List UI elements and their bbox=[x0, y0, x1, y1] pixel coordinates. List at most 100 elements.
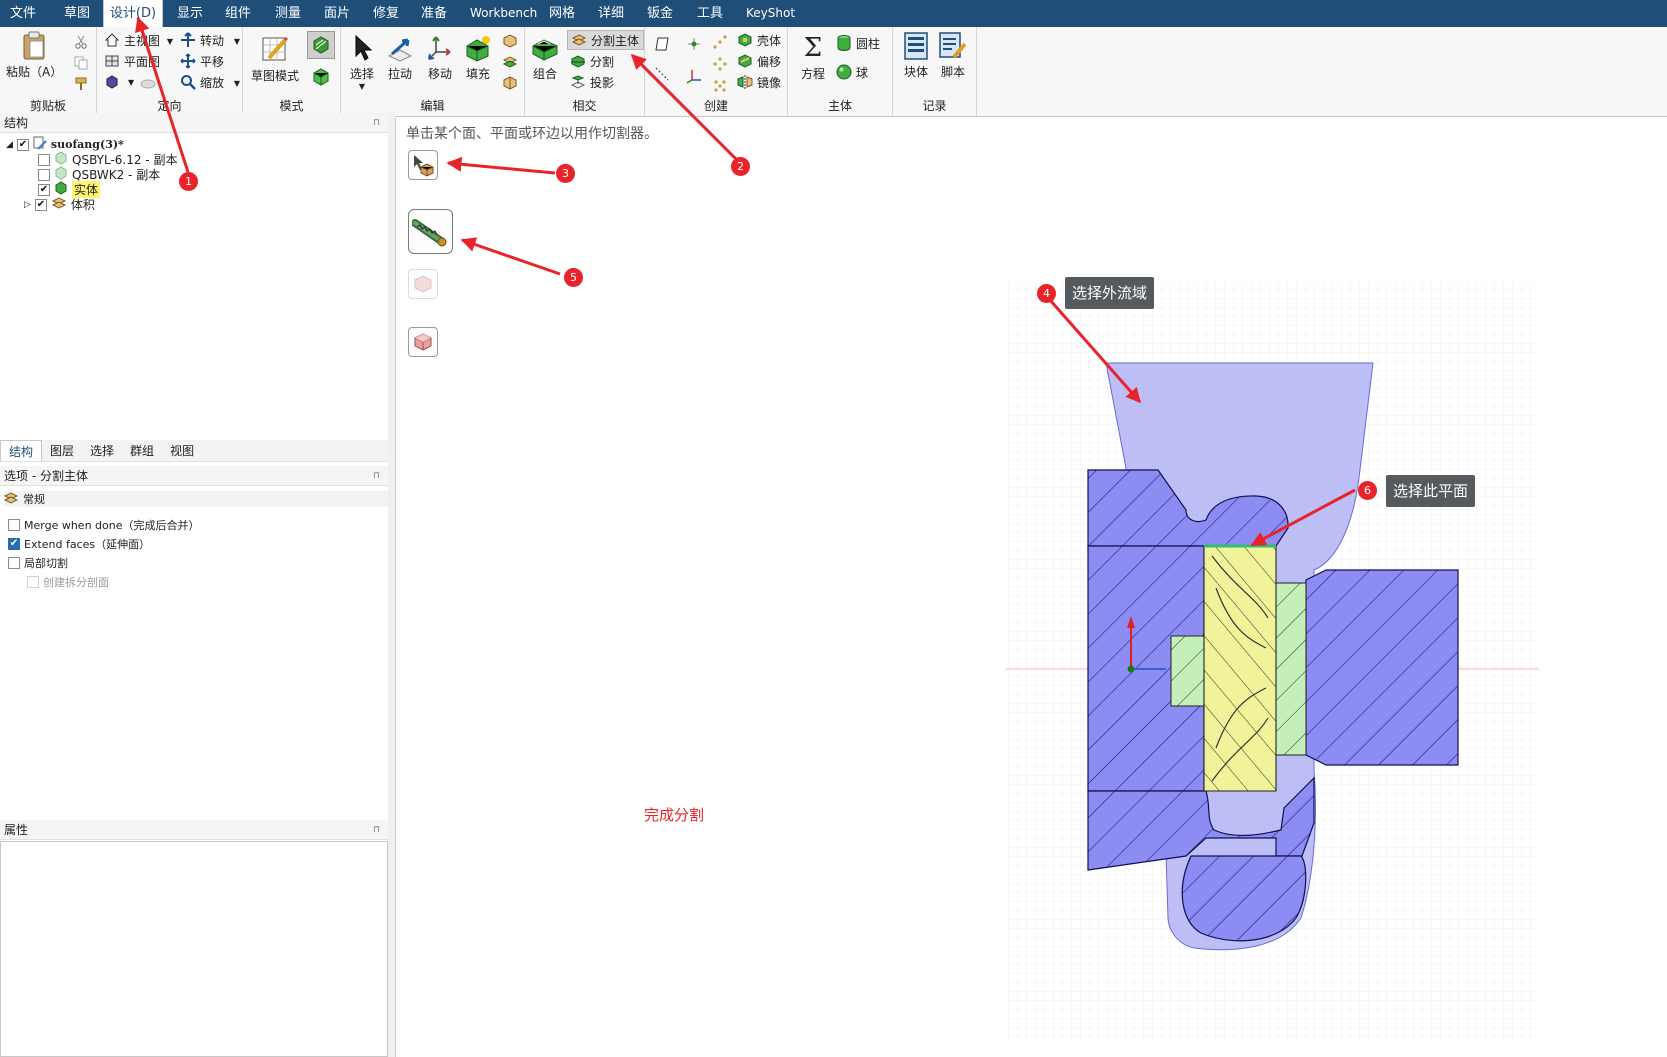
option-checkbox[interactable] bbox=[8, 557, 20, 569]
circular-pattern-icon[interactable] bbox=[711, 55, 729, 73]
equation-button[interactable]: Σ 方程 bbox=[798, 33, 828, 82]
cut-icon[interactable] bbox=[72, 33, 90, 51]
pin-icon[interactable]: ⊓ bbox=[373, 820, 380, 840]
tree-item-qsbyl[interactable]: QSBYL-6.12 - 副本 bbox=[38, 151, 177, 167]
item-checkbox[interactable] bbox=[38, 168, 50, 181]
shell-button[interactable]: 壳体 bbox=[736, 30, 781, 50]
menu-measure[interactable]: 测量 bbox=[275, 0, 301, 27]
line-icon[interactable] bbox=[653, 65, 671, 83]
3d-mode-icon[interactable] bbox=[307, 63, 335, 91]
option-checkbox[interactable]: ✔ bbox=[8, 538, 20, 550]
annotation-badge-5: 5 bbox=[564, 268, 583, 287]
split-body-button[interactable]: 分割主体 bbox=[567, 30, 645, 50]
pull-button[interactable]: 拉动 bbox=[385, 33, 415, 82]
block-button[interactable]: 块体 bbox=[901, 31, 931, 80]
home-view-button[interactable]: 主视图 bbox=[103, 30, 160, 50]
menu-file[interactable]: 文件 bbox=[10, 0, 36, 27]
design-viewport[interactable]: 单击某个面、平面或环边以用作切割器。 完成分割 选择外流域 选择此平面 bbox=[395, 118, 1667, 1057]
move-icon bbox=[425, 33, 455, 63]
tree-item-volume[interactable]: ▷ ✔ 体积 bbox=[24, 197, 95, 212]
right-shaft-section[interactable] bbox=[1305, 569, 1459, 766]
menu-mesh[interactable]: 网格 bbox=[549, 0, 575, 27]
grid-pattern-icon[interactable] bbox=[711, 77, 729, 95]
chevron-down-icon[interactable]: ▼ bbox=[161, 32, 179, 50]
graphics-icon[interactable] bbox=[139, 74, 157, 92]
menu-display[interactable]: 显示 bbox=[177, 0, 203, 27]
fill-button[interactable]: 填充 bbox=[463, 33, 493, 82]
spin-button[interactable]: 转动 bbox=[179, 30, 224, 50]
tab-selection[interactable]: 选择 bbox=[82, 440, 122, 461]
menu-facets[interactable]: 面片 bbox=[324, 0, 350, 27]
axis-icon[interactable] bbox=[685, 67, 703, 85]
select-button[interactable]: 选择 ▼ bbox=[347, 33, 377, 91]
tree-root[interactable]: ◢ ✔ suofang(3)* bbox=[6, 136, 124, 152]
point-icon[interactable] bbox=[685, 35, 703, 53]
menu-design[interactable]: 设计(D) bbox=[103, 0, 163, 27]
tab-structure[interactable]: 结构 bbox=[0, 440, 43, 461]
tab-views[interactable]: 视图 bbox=[162, 440, 202, 461]
mirror-button[interactable]: 镜像 bbox=[736, 72, 781, 92]
offset-button[interactable]: 偏移 bbox=[736, 51, 781, 71]
menu-repair[interactable]: 修复 bbox=[373, 0, 399, 27]
menu-workbench[interactable]: Workbench bbox=[470, 0, 537, 27]
pin-icon[interactable]: ⊓ bbox=[373, 113, 380, 133]
menu-tools[interactable]: 工具 bbox=[697, 0, 723, 27]
paste-button[interactable]: 粘贴（A） bbox=[6, 31, 62, 80]
structure-panel-header: 结构 ⊓ bbox=[0, 113, 388, 133]
view-cube-button[interactable]: ▼ bbox=[103, 72, 134, 92]
split-button[interactable]: 分割 bbox=[569, 51, 614, 71]
plane-icon[interactable] bbox=[653, 35, 671, 53]
item-checkbox[interactable] bbox=[38, 153, 50, 166]
menu-assembly[interactable]: 组件 bbox=[225, 0, 251, 27]
option-checkbox[interactable] bbox=[8, 519, 20, 531]
expand-icon[interactable]: ◢ bbox=[6, 140, 13, 150]
panel-splitter[interactable] bbox=[388, 113, 395, 1057]
rotor-green-section[interactable] bbox=[1275, 582, 1307, 756]
combine-icon bbox=[530, 33, 560, 63]
pan-button[interactable]: 平移 bbox=[179, 51, 224, 71]
sketch-mode-button[interactable]: 草图模式 bbox=[251, 35, 299, 84]
option-create-split-section[interactable]: 创建拆分剖面 bbox=[27, 574, 109, 590]
option-checkbox[interactable] bbox=[27, 576, 39, 588]
sphere-button[interactable]: 球 bbox=[835, 62, 868, 82]
menu-keyshot[interactable]: KeyShot bbox=[746, 0, 795, 27]
root-checkbox[interactable]: ✔ bbox=[16, 138, 29, 151]
tree-item-solid[interactable]: ✔ 实体 bbox=[38, 181, 101, 198]
tab-groups[interactable]: 群组 bbox=[122, 440, 162, 461]
option-local-cut[interactable]: 局部切割 bbox=[8, 555, 68, 571]
record-group-title: 记录 bbox=[922, 99, 947, 113]
tab-layers[interactable]: 图层 bbox=[42, 440, 82, 461]
menu-prepare[interactable]: 准备 bbox=[421, 0, 447, 27]
tree-item-qsbwk2[interactable]: QSBWK2 - 副本 bbox=[38, 166, 160, 182]
menu-sketch[interactable]: 草图 bbox=[64, 0, 90, 27]
item-checkbox[interactable]: ✔ bbox=[38, 183, 50, 196]
options-section-general[interactable]: 常规 bbox=[3, 491, 388, 507]
format-painter-icon[interactable] bbox=[72, 75, 90, 93]
pattern-icon[interactable] bbox=[711, 33, 729, 51]
impeller-selected-section[interactable] bbox=[1203, 545, 1277, 792]
spin-label: 转动 bbox=[200, 33, 225, 48]
edit-extra-icon-2[interactable] bbox=[501, 53, 519, 71]
cylinder-button[interactable]: 圆柱 bbox=[835, 33, 880, 53]
hub-green-section[interactable] bbox=[1170, 635, 1205, 707]
copy-icon[interactable] bbox=[72, 54, 90, 72]
edit-extra-icon-3[interactable] bbox=[501, 74, 519, 92]
option-extend-faces[interactable]: ✔ Extend faces（延伸面） bbox=[8, 536, 150, 552]
expand-icon[interactable]: ▷ bbox=[24, 200, 31, 210]
item-checkbox[interactable]: ✔ bbox=[34, 198, 47, 211]
section-mode-icon[interactable] bbox=[307, 31, 335, 59]
option-merge-when-done[interactable]: Merge when done（完成后合并） bbox=[8, 517, 200, 533]
menu-detail[interactable]: 详细 bbox=[598, 0, 624, 27]
menu-sheetmetal[interactable]: 钣金 bbox=[647, 0, 673, 27]
plane-view-button[interactable]: 平面图 bbox=[103, 51, 160, 71]
script-button[interactable]: 脚本 bbox=[938, 31, 968, 80]
intersect-group-title: 相交 bbox=[572, 99, 597, 113]
split-body-icon bbox=[570, 31, 588, 49]
move-button[interactable]: 移动 bbox=[425, 33, 455, 82]
pin-icon[interactable]: ⊓ bbox=[373, 466, 380, 486]
plane-view-icon bbox=[103, 52, 121, 70]
edit-extra-icon-1[interactable] bbox=[501, 32, 519, 50]
zoom-button[interactable]: 缩放 bbox=[179, 72, 224, 92]
combine-button[interactable]: 组合 bbox=[530, 33, 560, 82]
project-button[interactable]: 投影 bbox=[569, 72, 614, 92]
